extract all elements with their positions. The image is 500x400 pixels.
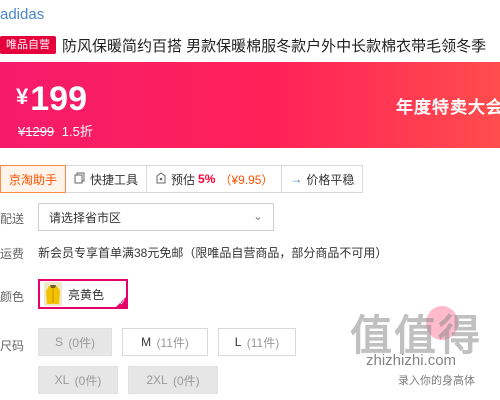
quick-tools-button[interactable]: 快捷工具 [66,165,148,193]
region-select-value: 请选择省市区 [49,210,122,225]
jd-helper-label: 京淘助手 [9,172,58,187]
discount-label: 1.5折 [61,124,93,139]
product-title: 防风保暖简约百搭 男款保暖棉服冬款户外中长款棉衣带毛领冬季 [62,37,487,55]
size-stock: (11件) [156,335,189,350]
check-icon: ✓ [119,298,126,307]
size-option-l[interactable]: L (11件) [218,328,296,356]
wallet-icon [155,171,167,187]
self-operated-badge: 唯品自营 [0,36,56,54]
color-option-label: 亮黄色 [68,287,105,302]
size-option-m[interactable]: M (11件) [122,328,208,356]
color-label: 颜色 [0,290,25,304]
size-label: 尺码 [0,339,25,353]
size-name: 2XL [146,373,168,387]
delivery-label: 配送 [0,212,25,226]
size-stock: (0件) [68,335,96,350]
estimate-button[interactable]: 预估 5% （¥9.95） [147,165,283,193]
currency-symbol: ¥ [16,84,29,109]
site-watermark: 值值得 zhizhizhi.com 录入你的身高体 [340,300,500,400]
size-option-2xl[interactable]: 2XL (0件) [128,366,218,394]
size-name: XL [54,373,70,387]
chevron-down-icon: ⌄ [252,209,263,223]
product-title-row: 唯品自营 防风保暖简约百搭 男款保暖棉服冬款户外中长款棉衣带毛领冬季 [0,33,500,57]
estimate-percent: 5% [198,172,216,186]
shipping-label: 运费 [0,247,25,261]
price-sub: ¥1299 1.5折 [18,121,93,140]
size-option-s[interactable]: S (0件) [38,328,112,356]
price-value: 199 [30,80,87,118]
watermark-url: zhizhizhi.com [366,352,457,369]
shipping-info: 新会员专享首单满38元免邮（限唯品自营商品，部分商品不可用） [38,246,388,260]
promo-banner-text[interactable]: 年度特卖大会 [396,93,500,118]
price-banner: ¥199 ¥1299 1.5折 年度特卖大会 [0,62,500,148]
jd-helper-tab[interactable]: 京淘助手 [0,165,67,193]
size-name: S [54,335,63,349]
estimate-label: 预估 [171,172,196,187]
size-name: M [141,335,152,349]
watermark-logo-text: 值值得 [350,311,483,360]
size-option-xl[interactable]: XL (0件) [38,366,118,394]
price-trend-button[interactable]: → 价格平稳 [282,165,364,193]
watermark-subtext: 录入你的身高体 [398,375,475,387]
copy-icon [74,172,86,187]
region-select[interactable]: 请选择省市区 ⌄ [38,203,274,231]
size-stock: (11件) [246,335,280,350]
helper-toolbar: 京淘助手 快捷工具 预估 5% （¥9.95） → 价格平稳 [0,165,500,193]
size-stock: (0件) [74,373,102,388]
estimate-amount: （¥9.95） [219,172,274,187]
price-trend-label: 价格平稳 [306,172,355,187]
current-price: ¥199 [16,80,87,119]
original-price: ¥1299 [18,124,55,139]
brand-link[interactable]: adidas [0,6,44,23]
mascot-bubble [426,306,458,340]
jacket-thumbnail [44,282,62,306]
quick-tools-label: 快捷工具 [90,172,139,187]
arrow-right-icon: → [290,172,303,186]
color-option-yellow[interactable]: 亮黄色 ✓ [38,279,128,309]
size-stock: (0件) [173,373,200,388]
size-name: L [234,335,242,349]
